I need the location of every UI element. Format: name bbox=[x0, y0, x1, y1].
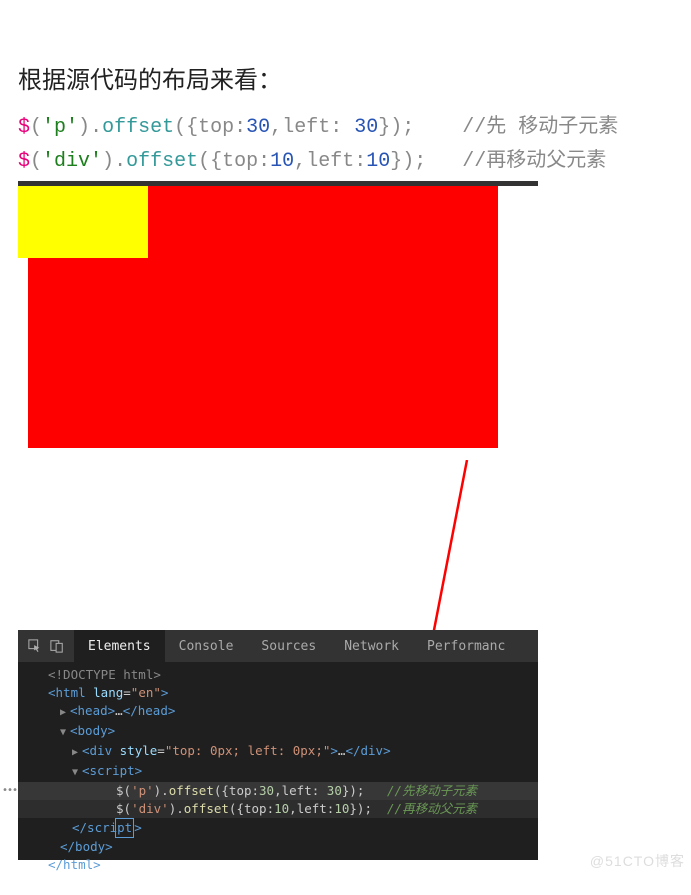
key-left: left bbox=[306, 150, 354, 173]
source-code-line-1: $('p').offset({top:30,left: 30}); //先 移动… bbox=[0, 107, 691, 141]
rendered-output bbox=[18, 186, 538, 466]
key-top: top bbox=[222, 150, 258, 173]
colon: : bbox=[330, 116, 354, 139]
brace-open: { bbox=[186, 116, 198, 139]
colon: : bbox=[258, 150, 270, 173]
expand-icon[interactable]: ▶ bbox=[60, 704, 70, 722]
comment-2: //再移动父元素 bbox=[462, 150, 606, 173]
node-script-line-2[interactable]: $('div').offset({top:10,left:10}); //再移动… bbox=[18, 800, 538, 818]
node-html-close[interactable]: </html> bbox=[36, 856, 538, 874]
semicolon: ; bbox=[414, 150, 426, 173]
devtools-tabbar: Elements Console Sources Network Perform… bbox=[18, 630, 538, 662]
node-script-open[interactable]: ▼<script> bbox=[36, 762, 538, 782]
paren-close: ) bbox=[402, 150, 414, 173]
watermark-text: @51CTO博客 bbox=[590, 851, 685, 871]
source-code-line-2: $('div').offset({top:10,left:10}); //再移动… bbox=[0, 141, 691, 175]
dollar-sign: $ bbox=[18, 150, 30, 173]
devtools-panel: Elements Console Sources Network Perform… bbox=[18, 630, 538, 860]
colon: : bbox=[354, 150, 366, 173]
tab-elements[interactable]: Elements bbox=[74, 630, 165, 662]
comma: , bbox=[270, 116, 282, 139]
brace-close: } bbox=[390, 150, 402, 173]
paren-close: ) bbox=[78, 116, 90, 139]
num-10: 10 bbox=[270, 150, 294, 173]
brace-open: { bbox=[210, 150, 222, 173]
tab-console[interactable]: Console bbox=[165, 630, 248, 662]
paren-close: ) bbox=[102, 150, 114, 173]
semicolon: ; bbox=[402, 116, 414, 139]
edit-cursor: pt bbox=[115, 818, 134, 838]
comma: , bbox=[294, 150, 306, 173]
node-script-close[interactable]: </script> bbox=[36, 818, 538, 838]
paren-open: ( bbox=[198, 150, 210, 173]
paren-close: ) bbox=[390, 116, 402, 139]
node-doctype[interactable]: <!DOCTYPE html> bbox=[36, 666, 538, 684]
node-div[interactable]: ▶<div style="top: 0px; left: 0px;">…</di… bbox=[36, 742, 538, 762]
p-element-yellow bbox=[18, 186, 148, 258]
comment-1: //先 移动子元素 bbox=[462, 116, 618, 139]
key-left: left bbox=[282, 116, 330, 139]
fn-offset: offset bbox=[126, 150, 198, 173]
node-body-close[interactable]: </body> bbox=[36, 838, 538, 856]
paren-open: ( bbox=[30, 150, 42, 173]
fn-offset: offset bbox=[102, 116, 174, 139]
collapse-icon[interactable]: ▼ bbox=[60, 724, 70, 742]
devtools-elements-tree[interactable]: <!DOCTYPE html> <html lang="en"> ▶<head>… bbox=[18, 662, 538, 878]
paren-open: ( bbox=[30, 116, 42, 139]
selector-string: 'p' bbox=[42, 116, 78, 139]
section-heading: 根据源代码的布局来看： bbox=[0, 0, 691, 107]
colon: : bbox=[234, 116, 246, 139]
node-head[interactable]: ▶<head>…</head> bbox=[36, 702, 538, 722]
selector-string: 'div' bbox=[42, 150, 102, 173]
num-10: 10 bbox=[366, 150, 390, 173]
inspect-element-icon[interactable] bbox=[28, 639, 42, 653]
tab-performance[interactable]: Performanc bbox=[413, 630, 519, 662]
dot: . bbox=[114, 150, 126, 173]
paren-open: ( bbox=[174, 116, 186, 139]
tab-network[interactable]: Network bbox=[330, 630, 413, 662]
dollar-sign: $ bbox=[18, 116, 30, 139]
node-html-open[interactable]: <html lang="en"> bbox=[36, 684, 538, 702]
num-30: 30 bbox=[246, 116, 270, 139]
num-30: 30 bbox=[354, 116, 378, 139]
tab-sources[interactable]: Sources bbox=[247, 630, 330, 662]
key-top: top bbox=[198, 116, 234, 139]
expand-icon[interactable]: ▶ bbox=[72, 744, 82, 762]
collapse-icon[interactable]: ▼ bbox=[72, 764, 82, 782]
brace-close: } bbox=[378, 116, 390, 139]
device-toggle-icon[interactable] bbox=[50, 639, 64, 653]
node-script-line-1[interactable]: $('p').offset({top:30,left: 30}); //先移动子… bbox=[18, 782, 538, 800]
dot: . bbox=[90, 116, 102, 139]
node-body-open[interactable]: ▼<body> bbox=[36, 722, 538, 742]
